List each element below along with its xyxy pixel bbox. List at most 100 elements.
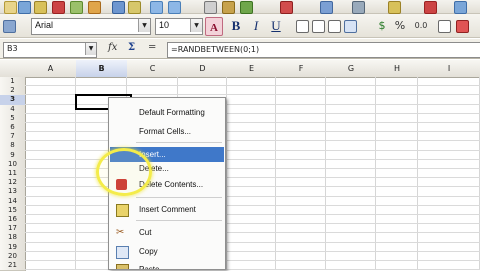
open-icon[interactable] bbox=[18, 1, 31, 14]
hyperlink-icon[interactable] bbox=[204, 1, 217, 14]
column-header-e[interactable]: E bbox=[227, 60, 277, 78]
name-box-value: B3 bbox=[7, 44, 18, 53]
chart-icon[interactable] bbox=[240, 1, 253, 14]
spellcheck-icon[interactable] bbox=[88, 1, 101, 14]
column-header-d[interactable]: D bbox=[178, 60, 228, 78]
context-menu: Default Formatting Format Cells... Insert.… bbox=[108, 97, 226, 270]
align-center-icon[interactable] bbox=[312, 20, 325, 33]
font-name-combo[interactable]: Arial ▼ bbox=[31, 18, 151, 35]
menu-item-format-cells[interactable]: Format Cells... bbox=[110, 124, 224, 139]
merge-cells-icon[interactable] bbox=[344, 20, 357, 33]
row-gridline bbox=[25, 158, 480, 160]
equals-icon[interactable]: = bbox=[148, 42, 156, 53]
menu-separator bbox=[136, 197, 222, 198]
formatting-toolbar: Arial ▼ 10 ▼ A B I U $ % 0.0 bbox=[0, 14, 480, 38]
column-header-c[interactable]: C bbox=[127, 60, 179, 78]
copy-icon bbox=[116, 246, 129, 259]
menu-item-label: Cut bbox=[139, 228, 152, 237]
bold-button[interactable]: B bbox=[228, 17, 244, 34]
menu-item-insert-comment[interactable]: Insert Comment bbox=[110, 202, 224, 217]
save-icon[interactable] bbox=[34, 1, 47, 14]
row-gridline bbox=[25, 186, 480, 188]
currency-button[interactable]: $ bbox=[374, 17, 390, 34]
chevron-down-icon[interactable]: ▼ bbox=[138, 19, 150, 32]
insert-comment-icon bbox=[116, 204, 129, 217]
column-header-i[interactable]: I bbox=[418, 60, 480, 78]
percent-button[interactable]: % bbox=[392, 17, 408, 34]
row-gridline bbox=[25, 260, 480, 261]
function-wizard-icon[interactable]: fx bbox=[108, 42, 117, 53]
column-header-a[interactable]: A bbox=[25, 60, 77, 78]
navigator-icon[interactable] bbox=[320, 1, 333, 14]
menu-item-copy[interactable]: Copy bbox=[110, 244, 224, 259]
underline-button[interactable]: U bbox=[268, 17, 284, 34]
gallery-icon[interactable] bbox=[352, 1, 365, 14]
row-gridline bbox=[25, 131, 480, 133]
column-header-h[interactable]: H bbox=[376, 60, 419, 78]
menu-item-delete[interactable]: Delete... bbox=[110, 161, 224, 176]
menu-item-label: Default Formatting bbox=[139, 108, 205, 117]
styles-icon[interactable] bbox=[3, 20, 16, 33]
formula-bar: B3 ▼ fx Σ = =RANDBETWEEN(0;1) bbox=[0, 39, 480, 59]
indent-icon[interactable] bbox=[438, 20, 451, 33]
italic-button[interactable]: I bbox=[248, 17, 264, 34]
menu-item-label: Delete... bbox=[139, 164, 169, 173]
row-gridline bbox=[25, 122, 480, 123]
spreadsheet-grid[interactable]: A B C D E F G H I 1 2 3 4 5 6 7 8 9 10 11 12 13 14 15 16 17 18 19 20… bbox=[0, 60, 480, 271]
font-color-label: A bbox=[210, 22, 218, 34]
row-gridline bbox=[25, 214, 480, 215]
menu-item-default-formatting[interactable]: Default Formatting bbox=[110, 105, 224, 120]
row-gridline bbox=[25, 168, 480, 169]
select-all-corner[interactable] bbox=[0, 60, 26, 78]
row-gridline bbox=[25, 195, 480, 197]
column-header-f[interactable]: F bbox=[276, 60, 327, 78]
chevron-down-icon[interactable]: ▼ bbox=[85, 43, 96, 55]
draw-icon[interactable] bbox=[280, 1, 293, 14]
column-header-b[interactable]: B bbox=[76, 60, 128, 78]
zoom-icon[interactable] bbox=[424, 1, 437, 14]
name-box[interactable]: B3 ▼ bbox=[3, 42, 97, 58]
align-left-icon[interactable] bbox=[296, 20, 309, 33]
cut-icon[interactable] bbox=[112, 1, 125, 14]
menu-item-label: Insert Comment bbox=[139, 205, 196, 214]
row-gridline bbox=[25, 140, 480, 142]
export-pdf-icon[interactable] bbox=[52, 1, 65, 14]
row-gridline bbox=[25, 112, 480, 114]
font-color-button[interactable]: A bbox=[205, 17, 223, 36]
menu-separator bbox=[136, 220, 222, 221]
row-gridline bbox=[25, 250, 480, 252]
font-name-value: Arial bbox=[35, 20, 54, 30]
formula-input[interactable]: =RANDBETWEEN(0;1) bbox=[167, 42, 480, 58]
row-gridline bbox=[25, 232, 480, 234]
menu-item-label: Paste bbox=[139, 265, 160, 270]
row-gridline bbox=[25, 149, 480, 151]
undo-icon[interactable] bbox=[150, 1, 163, 14]
print-icon[interactable] bbox=[70, 1, 83, 14]
menu-item-label: Insert... bbox=[139, 150, 166, 159]
decimal-button[interactable]: 0.0 bbox=[410, 17, 432, 34]
sum-icon[interactable]: Σ bbox=[128, 42, 135, 53]
sort-icon[interactable] bbox=[222, 1, 235, 14]
datasource-icon[interactable] bbox=[388, 1, 401, 14]
paste-icon bbox=[116, 264, 129, 269]
menu-separator bbox=[136, 142, 222, 143]
delete-contents-icon bbox=[116, 179, 127, 190]
font-size-combo[interactable]: 10 ▼ bbox=[155, 18, 203, 35]
menu-item-delete-contents[interactable]: Delete Contents... bbox=[110, 177, 224, 192]
menu-item-insert[interactable]: Insert... bbox=[110, 147, 224, 162]
row-gridline bbox=[25, 241, 480, 243]
align-right-icon[interactable] bbox=[328, 20, 341, 33]
help-icon[interactable] bbox=[454, 1, 467, 14]
scissors-icon: ✂ bbox=[116, 227, 125, 238]
new-document-icon[interactable] bbox=[4, 1, 17, 14]
column-header-g[interactable]: G bbox=[326, 60, 377, 78]
highlight-icon[interactable] bbox=[456, 20, 469, 33]
menu-item-label: Copy bbox=[139, 247, 158, 256]
menu-item-paste[interactable]: Paste bbox=[110, 262, 224, 270]
paste-icon[interactable] bbox=[128, 1, 141, 14]
formula-text: =RANDBETWEEN(0;1) bbox=[171, 45, 260, 54]
redo-icon[interactable] bbox=[168, 1, 181, 14]
menu-item-cut[interactable]: ✂ Cut bbox=[110, 225, 224, 240]
row-gridline bbox=[25, 223, 480, 225]
chevron-down-icon[interactable]: ▼ bbox=[190, 19, 202, 32]
